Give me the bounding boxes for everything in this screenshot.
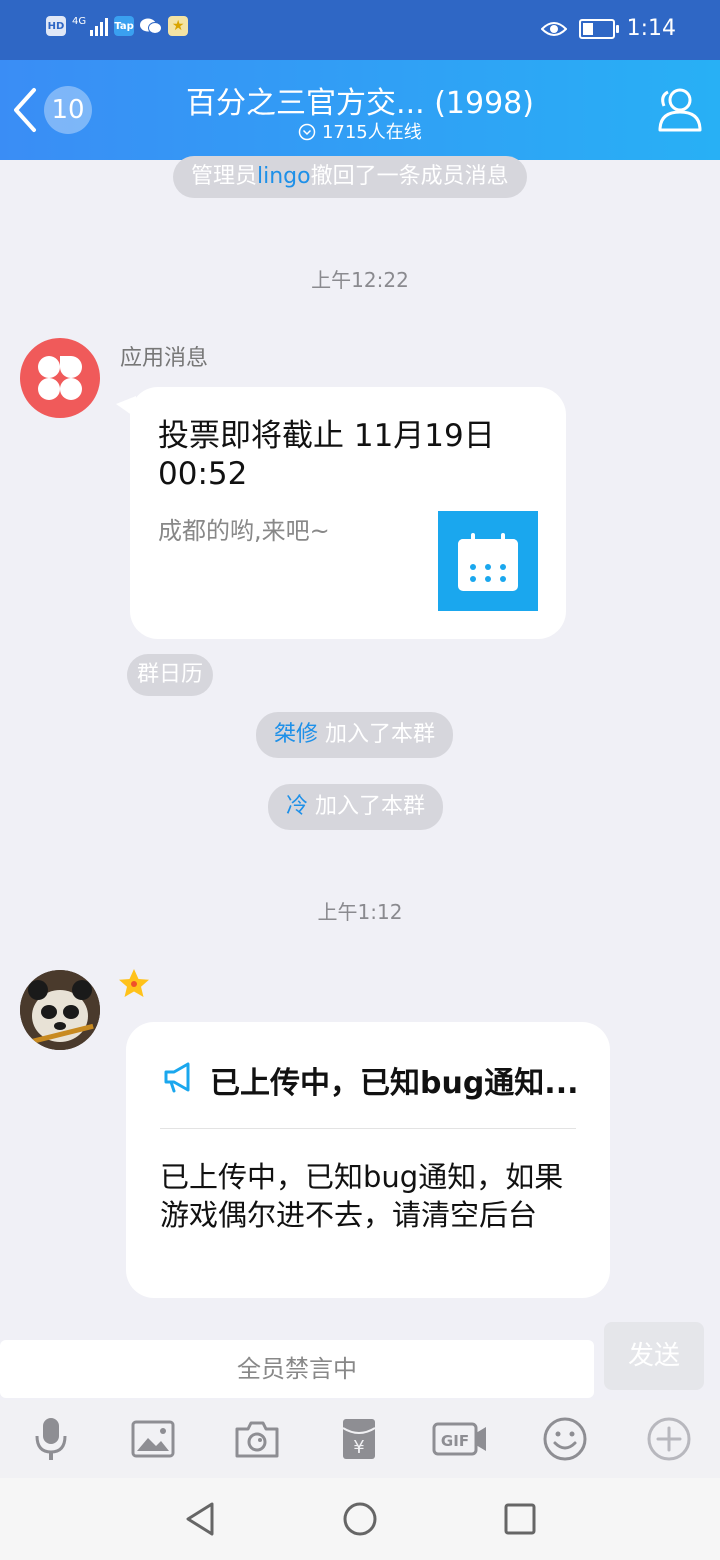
join-text: 加入了本群: [318, 722, 436, 747]
nav-home-icon[interactable]: [342, 1501, 378, 1541]
status-left-icons: HD 4G Tap ★: [46, 16, 189, 36]
unread-count-badge: 10: [44, 86, 92, 134]
status-bar: HD 4G Tap ★ 1:14: [0, 0, 720, 60]
sender-avatar[interactable]: [20, 970, 100, 1050]
plus-icon[interactable]: [646, 1416, 692, 1462]
group-title[interactable]: 百分之三官方交... (1998): [150, 78, 570, 122]
star-app-icon: ★: [168, 16, 189, 36]
chevron-left-icon: [14, 88, 36, 132]
recall-notice: 管理员lingo撤回了一条成员消息: [173, 156, 527, 198]
gif-icon[interactable]: GIF: [432, 1416, 490, 1462]
join-notice: 冷 加入了本群: [268, 784, 444, 830]
card-subtitle: 成都的哟,来吧~: [158, 517, 330, 545]
nav-back-icon[interactable]: [182, 1500, 218, 1542]
notice-title: 已上传中，已知bug通知...: [210, 1066, 579, 1101]
red-packet-icon[interactable]: ¥: [336, 1416, 382, 1462]
app-message-avatar[interactable]: [20, 338, 100, 418]
source-tag[interactable]: 群日历: [127, 654, 214, 696]
back-button[interactable]: 10: [10, 80, 106, 140]
clock: 1:14: [626, 16, 676, 41]
signal-icon: 4G: [72, 16, 109, 36]
online-count-label: 1715人在线: [321, 122, 422, 143]
timestamp: 上午1:12: [317, 900, 403, 924]
microphone-icon[interactable]: [28, 1416, 74, 1462]
send-button[interactable]: 发送: [604, 1322, 704, 1390]
status-right: 1:14: [540, 16, 676, 41]
members-icon: [658, 88, 702, 132]
group-notice-card[interactable]: 已上传中，已知bug通知... 已上传中，已知bug通知，如果游戏偶尔进不去，请…: [126, 1022, 610, 1298]
star-badge-icon: [116, 966, 152, 1006]
system-nav-bar: [0, 1478, 720, 1560]
wechat-icon: [140, 17, 163, 35]
joined-user[interactable]: 桀修: [274, 722, 318, 747]
joined-user[interactable]: 冷: [286, 794, 308, 819]
camera-icon[interactable]: [234, 1416, 280, 1462]
chevron-down-circle-icon: [298, 123, 316, 141]
card-title: 投票即将截止 11月19日 00:52: [158, 418, 495, 492]
battery-icon: [578, 18, 619, 39]
notice-body: 已上传中，已知bug通知，如果游戏偶尔进不去，请清空后台: [160, 1160, 564, 1232]
tap-app-icon: Tap: [114, 16, 135, 36]
gif-label: GIF: [441, 1432, 469, 1450]
calendar-tile: [438, 511, 538, 611]
hd-icon: HD: [46, 16, 66, 36]
eye-comfort-icon: [540, 21, 567, 36]
emoji-icon[interactable]: [542, 1416, 588, 1462]
join-text: 加入了本群: [308, 794, 426, 819]
app-message-card[interactable]: 投票即将截止 11月19日 00:52 成都的哟,来吧~: [130, 387, 566, 639]
yen-label: ¥: [353, 1437, 364, 1458]
panda-avatar-image: [20, 970, 100, 1050]
chat-toolbar: ¥ GIF: [0, 1400, 720, 1478]
app-clover-icon: [38, 356, 82, 400]
join-notice: 桀修 加入了本群: [256, 712, 454, 758]
recall-notice-suffix: 撤回了一条成员消息: [310, 164, 509, 189]
notice-divider: [160, 1128, 576, 1129]
sender-name: 应用消息: [120, 346, 209, 371]
nav-recents-icon[interactable]: [503, 1502, 537, 1540]
image-icon[interactable]: [130, 1416, 176, 1462]
calendar-icon: [458, 533, 518, 591]
recall-notice-prefix: 管理员: [191, 164, 258, 189]
recall-notice-user[interactable]: lingo: [257, 164, 311, 189]
timestamp: 上午12:22: [311, 268, 409, 292]
chat-header: 10 百分之三官方交... (1998) 1715人在线: [0, 60, 720, 160]
group-members-button[interactable]: [650, 82, 706, 138]
network-type: 4G: [72, 16, 87, 27]
megaphone-icon: [164, 1062, 190, 1093]
online-count: 1715人在线: [150, 118, 570, 144]
message-input-muted[interactable]: 全员禁言中: [0, 1340, 594, 1398]
